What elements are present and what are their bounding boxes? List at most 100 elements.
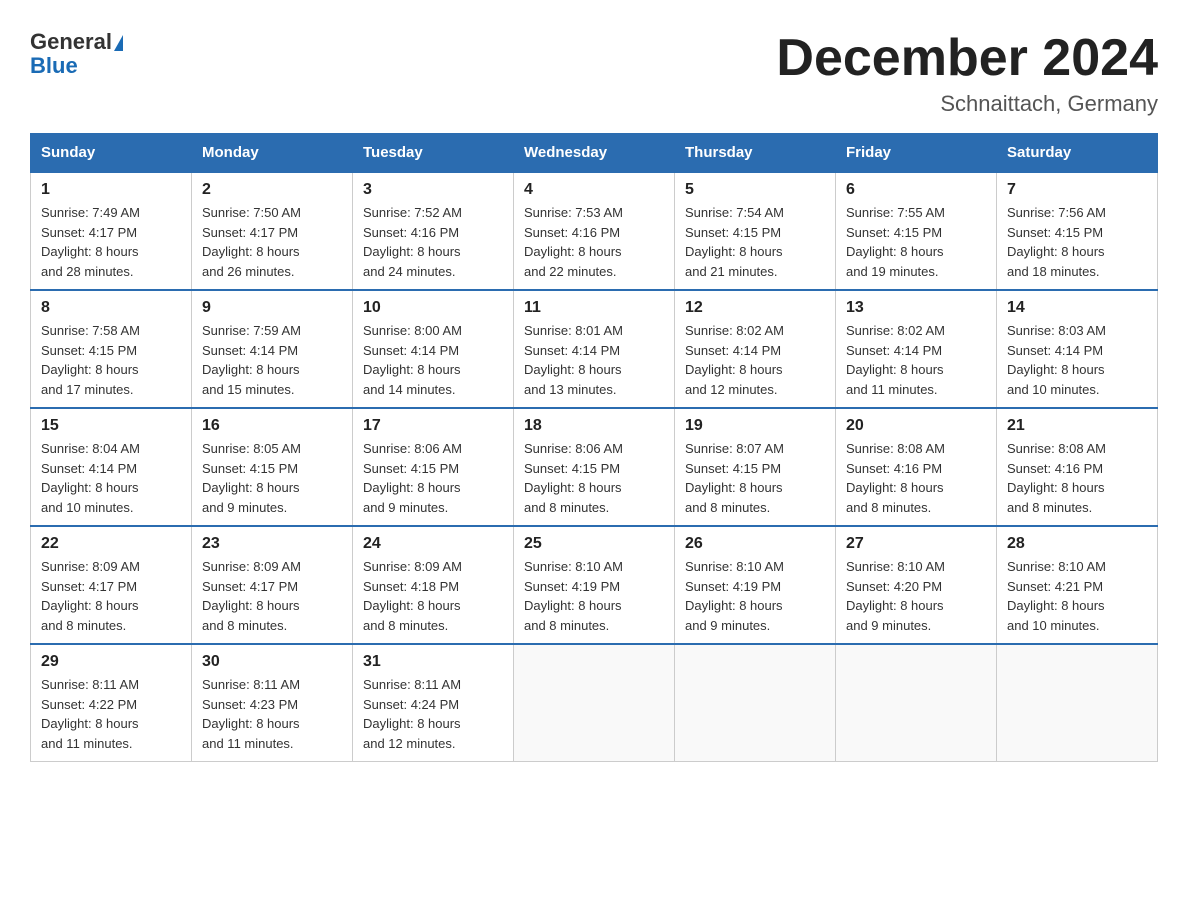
table-row: 20 Sunrise: 8:08 AMSunset: 4:16 PMDaylig… [836, 408, 997, 526]
day-number: 8 [41, 299, 181, 317]
table-row: 28 Sunrise: 8:10 AMSunset: 4:21 PMDaylig… [997, 526, 1158, 644]
day-info: Sunrise: 8:02 AMSunset: 4:14 PMDaylight:… [846, 323, 945, 397]
table-row: 27 Sunrise: 8:10 AMSunset: 4:20 PMDaylig… [836, 526, 997, 644]
day-info: Sunrise: 7:49 AMSunset: 4:17 PMDaylight:… [41, 205, 140, 279]
table-row: 17 Sunrise: 8:06 AMSunset: 4:15 PMDaylig… [353, 408, 514, 526]
table-row: 8 Sunrise: 7:58 AMSunset: 4:15 PMDayligh… [31, 290, 192, 408]
day-number: 23 [202, 535, 342, 553]
table-row: 10 Sunrise: 8:00 AMSunset: 4:14 PMDaylig… [353, 290, 514, 408]
table-row: 21 Sunrise: 8:08 AMSunset: 4:16 PMDaylig… [997, 408, 1158, 526]
title-block: December 2024 Schnaittach, Germany [776, 30, 1158, 117]
table-row: 31 Sunrise: 8:11 AMSunset: 4:24 PMDaylig… [353, 644, 514, 762]
day-info: Sunrise: 7:53 AMSunset: 4:16 PMDaylight:… [524, 205, 623, 279]
day-info: Sunrise: 8:11 AMSunset: 4:22 PMDaylight:… [41, 677, 139, 751]
logo-general: General [30, 29, 112, 54]
table-row: 9 Sunrise: 7:59 AMSunset: 4:14 PMDayligh… [192, 290, 353, 408]
calendar-row: 8 Sunrise: 7:58 AMSunset: 4:15 PMDayligh… [31, 290, 1158, 408]
day-number: 11 [524, 299, 664, 317]
table-row: 6 Sunrise: 7:55 AMSunset: 4:15 PMDayligh… [836, 172, 997, 290]
day-info: Sunrise: 8:10 AMSunset: 4:20 PMDaylight:… [846, 559, 945, 633]
day-info: Sunrise: 8:08 AMSunset: 4:16 PMDaylight:… [846, 441, 945, 515]
day-info: Sunrise: 8:07 AMSunset: 4:15 PMDaylight:… [685, 441, 784, 515]
table-row [514, 644, 675, 762]
table-row: 2 Sunrise: 7:50 AMSunset: 4:17 PMDayligh… [192, 172, 353, 290]
day-number: 18 [524, 417, 664, 435]
calendar-row: 15 Sunrise: 8:04 AMSunset: 4:14 PMDaylig… [31, 408, 1158, 526]
day-number: 21 [1007, 417, 1147, 435]
day-number: 3 [363, 181, 503, 199]
day-number: 17 [363, 417, 503, 435]
day-info: Sunrise: 8:09 AMSunset: 4:18 PMDaylight:… [363, 559, 462, 633]
day-number: 20 [846, 417, 986, 435]
table-row [675, 644, 836, 762]
day-info: Sunrise: 8:09 AMSunset: 4:17 PMDaylight:… [202, 559, 301, 633]
day-info: Sunrise: 8:06 AMSunset: 4:15 PMDaylight:… [524, 441, 623, 515]
day-info: Sunrise: 8:11 AMSunset: 4:24 PMDaylight:… [363, 677, 461, 751]
day-number: 15 [41, 417, 181, 435]
location: Schnaittach, Germany [776, 91, 1158, 117]
table-row: 15 Sunrise: 8:04 AMSunset: 4:14 PMDaylig… [31, 408, 192, 526]
table-row: 14 Sunrise: 8:03 AMSunset: 4:14 PMDaylig… [997, 290, 1158, 408]
day-info: Sunrise: 8:09 AMSunset: 4:17 PMDaylight:… [41, 559, 140, 633]
calendar-row: 22 Sunrise: 8:09 AMSunset: 4:17 PMDaylig… [31, 526, 1158, 644]
col-thursday: Thursday [675, 134, 836, 173]
day-info: Sunrise: 8:11 AMSunset: 4:23 PMDaylight:… [202, 677, 300, 751]
day-number: 10 [363, 299, 503, 317]
day-number: 1 [41, 181, 181, 199]
calendar-row: 1 Sunrise: 7:49 AMSunset: 4:17 PMDayligh… [31, 172, 1158, 290]
day-info: Sunrise: 8:05 AMSunset: 4:15 PMDaylight:… [202, 441, 301, 515]
page-header: General Blue December 2024 Schnaittach, … [20, 20, 1168, 117]
day-number: 24 [363, 535, 503, 553]
day-info: Sunrise: 7:59 AMSunset: 4:14 PMDaylight:… [202, 323, 301, 397]
day-number: 31 [363, 653, 503, 671]
table-row: 25 Sunrise: 8:10 AMSunset: 4:19 PMDaylig… [514, 526, 675, 644]
calendar-row: 29 Sunrise: 8:11 AMSunset: 4:22 PMDaylig… [31, 644, 1158, 762]
day-number: 27 [846, 535, 986, 553]
day-info: Sunrise: 7:52 AMSunset: 4:16 PMDaylight:… [363, 205, 462, 279]
logo-blue: Blue [30, 53, 78, 78]
table-row: 7 Sunrise: 7:56 AMSunset: 4:15 PMDayligh… [997, 172, 1158, 290]
day-info: Sunrise: 7:55 AMSunset: 4:15 PMDaylight:… [846, 205, 945, 279]
table-row [836, 644, 997, 762]
table-row: 18 Sunrise: 8:06 AMSunset: 4:15 PMDaylig… [514, 408, 675, 526]
day-info: Sunrise: 8:04 AMSunset: 4:14 PMDaylight:… [41, 441, 140, 515]
day-number: 12 [685, 299, 825, 317]
day-info: Sunrise: 8:10 AMSunset: 4:19 PMDaylight:… [685, 559, 784, 633]
day-info: Sunrise: 7:56 AMSunset: 4:15 PMDaylight:… [1007, 205, 1106, 279]
day-info: Sunrise: 8:10 AMSunset: 4:19 PMDaylight:… [524, 559, 623, 633]
day-number: 13 [846, 299, 986, 317]
table-row: 5 Sunrise: 7:54 AMSunset: 4:15 PMDayligh… [675, 172, 836, 290]
table-row: 29 Sunrise: 8:11 AMSunset: 4:22 PMDaylig… [31, 644, 192, 762]
day-info: Sunrise: 8:06 AMSunset: 4:15 PMDaylight:… [363, 441, 462, 515]
day-number: 2 [202, 181, 342, 199]
calendar-header-row: Sunday Monday Tuesday Wednesday Thursday… [31, 134, 1158, 173]
table-row: 13 Sunrise: 8:02 AMSunset: 4:14 PMDaylig… [836, 290, 997, 408]
day-number: 30 [202, 653, 342, 671]
table-row: 3 Sunrise: 7:52 AMSunset: 4:16 PMDayligh… [353, 172, 514, 290]
table-row: 22 Sunrise: 8:09 AMSunset: 4:17 PMDaylig… [31, 526, 192, 644]
day-info: Sunrise: 7:54 AMSunset: 4:15 PMDaylight:… [685, 205, 784, 279]
table-row: 23 Sunrise: 8:09 AMSunset: 4:17 PMDaylig… [192, 526, 353, 644]
day-number: 25 [524, 535, 664, 553]
table-row: 12 Sunrise: 8:02 AMSunset: 4:14 PMDaylig… [675, 290, 836, 408]
logo-text: General Blue [30, 30, 123, 78]
day-info: Sunrise: 8:03 AMSunset: 4:14 PMDaylight:… [1007, 323, 1106, 397]
day-info: Sunrise: 8:00 AMSunset: 4:14 PMDaylight:… [363, 323, 462, 397]
col-friday: Friday [836, 134, 997, 173]
col-monday: Monday [192, 134, 353, 173]
table-row: 16 Sunrise: 8:05 AMSunset: 4:15 PMDaylig… [192, 408, 353, 526]
day-info: Sunrise: 8:10 AMSunset: 4:21 PMDaylight:… [1007, 559, 1106, 633]
col-saturday: Saturday [997, 134, 1158, 173]
day-info: Sunrise: 7:58 AMSunset: 4:15 PMDaylight:… [41, 323, 140, 397]
day-info: Sunrise: 8:02 AMSunset: 4:14 PMDaylight:… [685, 323, 784, 397]
day-number: 7 [1007, 181, 1147, 199]
day-number: 6 [846, 181, 986, 199]
table-row: 24 Sunrise: 8:09 AMSunset: 4:18 PMDaylig… [353, 526, 514, 644]
day-number: 5 [685, 181, 825, 199]
day-number: 16 [202, 417, 342, 435]
month-title: December 2024 [776, 30, 1158, 87]
day-number: 14 [1007, 299, 1147, 317]
table-row [997, 644, 1158, 762]
table-row: 4 Sunrise: 7:53 AMSunset: 4:16 PMDayligh… [514, 172, 675, 290]
logo-triangle-icon [114, 35, 123, 51]
